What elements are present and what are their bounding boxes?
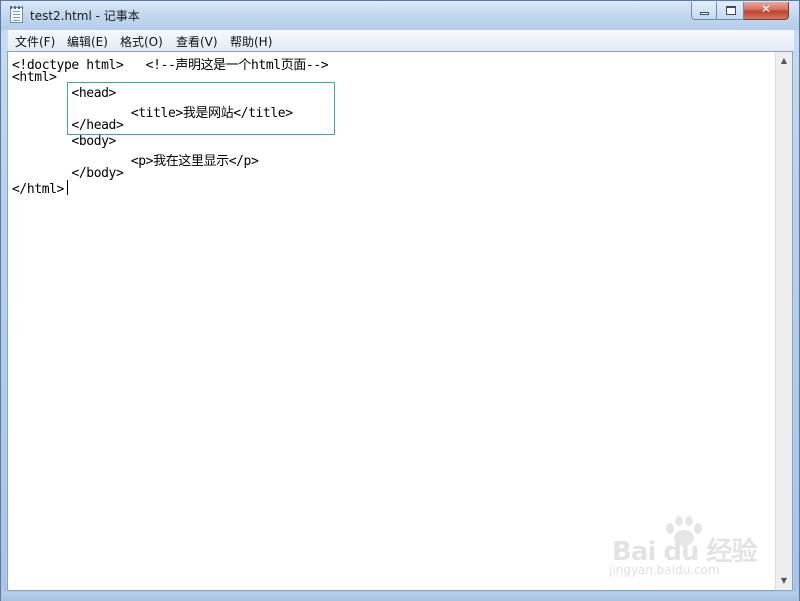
code-line: <!doctype html> <!--声明这是一个html页面--> (12, 58, 329, 73)
menu-bar: 文件(F) 编辑(E) 格式(O) 查看(V) 帮助(H) (8, 30, 794, 52)
title-bar[interactable]: test2.html - 记事本 ✕ (1, 1, 799, 30)
code-line: </body> (12, 166, 124, 181)
menu-format[interactable]: 格式(O) (120, 33, 163, 50)
close-icon: ✕ (760, 2, 772, 16)
watermark-url: jingyan.baidu.com (609, 563, 720, 577)
code-line: <body> (12, 134, 116, 149)
scroll-up-icon[interactable]: ▲ (776, 53, 792, 69)
maximize-icon (726, 6, 736, 15)
code-line: <html> (12, 70, 57, 85)
notepad-icon[interactable] (10, 6, 23, 23)
menu-edit[interactable]: 编辑(E) (67, 33, 108, 50)
window-title: test2.html - 记事本 (30, 9, 140, 23)
scroll-down-icon[interactable]: ▼ (776, 573, 792, 589)
text-caret (67, 180, 68, 195)
vertical-scrollbar[interactable]: ▲ ▼ (775, 52, 792, 590)
window-frame-bottom (1, 592, 799, 601)
close-button[interactable]: ✕ (744, 2, 789, 20)
menu-help[interactable]: 帮助(H) (230, 33, 272, 50)
code-line: </html> (12, 182, 64, 197)
menu-file[interactable]: 文件(F) (15, 33, 55, 50)
maximize-button[interactable] (717, 2, 744, 20)
minimize-button[interactable] (691, 2, 717, 20)
menu-view[interactable]: 查看(V) (176, 33, 218, 50)
head-highlight-box (67, 82, 335, 135)
minimize-icon (700, 12, 709, 15)
